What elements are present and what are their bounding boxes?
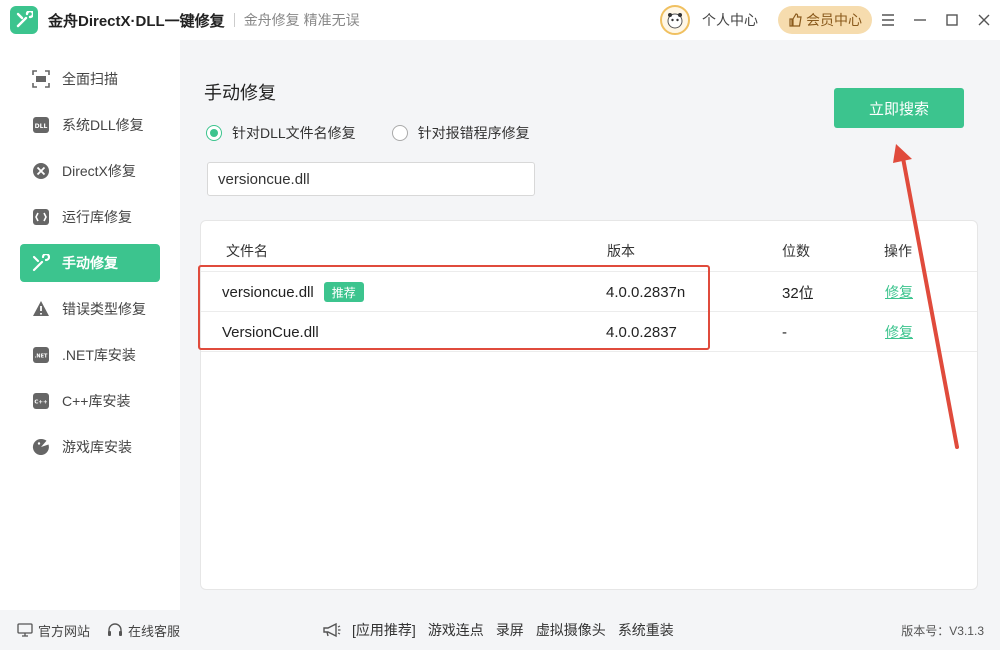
filename-cell: VersionCue.dll [222,312,319,352]
sidebar-item-label: 错误类型修复 [62,301,146,317]
sidebar-item-label: 运行库修复 [62,209,132,225]
vip-center-label: 会员中心 [806,12,862,28]
monitor-icon [17,623,33,637]
svg-text:C++: C++ [34,400,48,406]
avatar[interactable] [660,5,690,35]
title-divider [233,13,235,27]
sidebar-item-runtime[interactable]: 运行库修复 [20,198,160,236]
table-row: versioncue.dll 推荐 4.0.0.2837n 32位 修复 [201,272,977,312]
scan-icon [32,70,50,88]
radio-label-error-program[interactable]: 针对报错程序修复 [418,123,530,143]
sidebar: 全面扫描 DLL 系统DLL修复 DirectX修复 运行库修复 手动修复 错误… [0,40,180,610]
cpp-icon: C++ [32,392,50,410]
column-header-version: 版本 [607,243,635,259]
repair-link[interactable]: 修复 [885,282,913,302]
footer: 官方网站 在线客服 [应用推荐] 游戏连点 录屏 虚拟摄像头 系统重装 版本号：… [0,610,1000,650]
version-cell: 4.0.0.2837n [606,283,686,301]
vip-center-button[interactable]: 会员中心 [778,6,872,34]
table-row: VersionCue.dll 4.0.0.2837 - 修复 [201,312,977,352]
search-now-button[interactable]: 立即搜索 [834,88,964,128]
repair-mode-radios: 针对DLL文件名修复 针对报错程序修复 [206,123,566,143]
online-service-label: 在线客服 [128,623,181,639]
footer-link-game-clicker[interactable]: 游戏连点 [428,620,484,640]
version-cell: 4.0.0.2837 [606,323,677,341]
dll-icon: DLL [32,116,50,134]
version-label: 版本号：V3.1.3 [901,623,984,638]
sidebar-item-cpp[interactable]: C++ C++库安装 [20,382,160,420]
sidebar-item-label: 系统DLL修复 [62,117,144,133]
title-bar: 金舟DirectX·DLL一键修复 金舟修复 精准无误 个人中心 会员中心 [0,0,1000,40]
footer-link-screen-record[interactable]: 录屏 [496,620,524,640]
online-service-link[interactable]: 在线客服 [107,621,180,640]
sidebar-item-label: 手动修复 [62,255,118,271]
column-header-action: 操作 [884,243,912,259]
official-site-link[interactable]: 官方网站 [17,621,90,640]
svg-text:DLL: DLL [35,123,48,130]
sidebar-item-error-type[interactable]: 错误类型修复 [20,290,160,328]
dotnet-icon: .NET [32,346,50,364]
sidebar-item-system-dll[interactable]: DLL 系统DLL修复 [20,106,160,144]
sidebar-item-label: 全面扫描 [62,71,118,87]
app-subtitle: 金舟修复 精准无误 [243,12,360,28]
sidebar-item-dotnet[interactable]: .NET .NET库安装 [20,336,160,374]
page-title: 手动修复 [204,83,276,103]
main-panel: 手动修复 针对DLL文件名修复 针对报错程序修复 立即搜索 文件名 版本 位数 … [180,40,1000,610]
sidebar-item-manual-repair[interactable]: 手动修复 [20,244,160,282]
maximize-icon[interactable] [936,0,968,40]
footer-link-app-recommend[interactable]: [应用推荐] [352,620,416,640]
game-icon [32,438,50,456]
radio-label-dll-filename[interactable]: 针对DLL文件名修复 [232,123,356,143]
dll-search-input[interactable] [207,162,535,196]
results-table: 文件名 版本 位数 操作 versioncue.dll 推荐 4.0.0.283… [200,220,978,590]
svg-text:.NET: .NET [35,354,48,360]
footer-link-virtual-camera[interactable]: 虚拟摄像头 [536,620,606,640]
official-site-label: 官方网站 [38,623,91,639]
runtime-icon [32,208,50,226]
radio-dll-filename[interactable] [206,125,222,141]
app-recommend-section: [应用推荐] 游戏连点 录屏 虚拟摄像头 系统重装 [322,620,686,640]
minimize-icon[interactable] [904,0,936,40]
warning-icon [32,300,50,318]
sidebar-item-label: .NET库安装 [62,347,136,363]
recommended-badge: 推荐 [323,282,364,302]
bits-cell: 32位 [782,284,814,302]
column-header-filename: 文件名 [226,243,268,259]
thumb-icon [789,13,802,27]
column-header-bits: 位数 [782,243,810,259]
repair-link[interactable]: 修复 [885,322,913,342]
repair-cell: 修复 [885,272,913,312]
sidebar-item-label: 游戏库安装 [62,439,132,455]
filename-text: VersionCue.dll [222,323,319,341]
repair-cell: 修复 [885,312,913,352]
sidebar-item-label: C++库安装 [62,393,131,409]
filename-cell: versioncue.dll 推荐 [222,272,364,312]
sidebar-item-game-lib[interactable]: 游戏库安装 [20,428,160,466]
menu-icon[interactable] [872,0,904,40]
radio-error-program[interactable] [391,125,408,141]
filename-text: versioncue.dll [222,283,314,301]
sidebar-item-directx[interactable]: DirectX修复 [20,152,160,190]
headset-icon [108,623,123,636]
bits-cell: - [782,323,787,341]
megaphone-icon [323,622,341,638]
app-title: 金舟DirectX·DLL一键修复 [48,12,225,30]
user-center-link[interactable]: 个人中心 [702,10,758,30]
sidebar-item-label: DirectX修复 [62,163,136,179]
directx-icon [32,162,50,180]
wrench-icon [32,254,50,272]
footer-link-system-reinstall[interactable]: 系统重装 [618,620,674,640]
app-logo-icon [10,6,38,34]
sidebar-item-full-scan[interactable]: 全面扫描 [20,60,160,98]
close-icon[interactable] [968,0,1000,40]
